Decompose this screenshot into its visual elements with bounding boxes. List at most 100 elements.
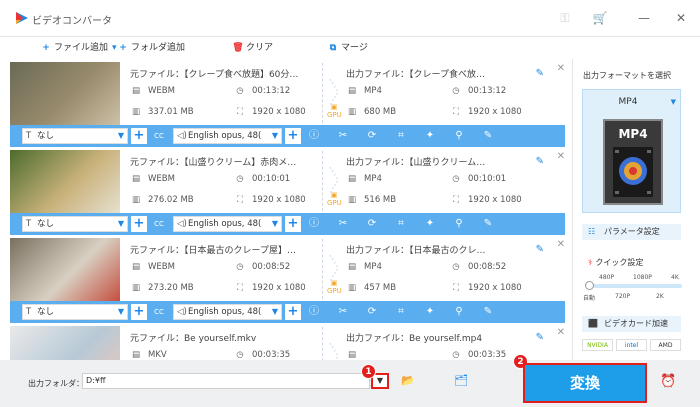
- parameter-settings-button[interactable]: ☷ パラメータ設定: [582, 224, 681, 240]
- cc-icon[interactable]: CC: [151, 216, 167, 232]
- resolution-icon: ⛶: [237, 107, 243, 117]
- file-item[interactable]: 元ファイル：Be yourself.mkv ▤ MKV ◷ 00:03:35 出力ファイル…: [10, 323, 565, 360]
- audio-track-select[interactable]: ◁) English opus, 48(▼: [173, 216, 282, 232]
- info-icon[interactable]: ⓘ: [307, 217, 321, 231]
- add-subtitle-button[interactable]: +: [131, 216, 147, 232]
- clock-icon: ◷: [452, 174, 460, 184]
- remove-item-icon[interactable]: ✕: [557, 151, 565, 162]
- rename-pencil-icon[interactable]: ✎: [536, 332, 544, 343]
- rename-pencil-icon[interactable]: ✎: [536, 156, 544, 167]
- crop-icon[interactable]: ⌗: [394, 129, 408, 143]
- source-file-name: 元ファイル：【山盛りクリーム】赤肉メ…: [130, 158, 297, 168]
- output-size: ▥ 516 MB: [347, 195, 397, 205]
- format-selector[interactable]: MP4 ▼ MP4: [582, 89, 681, 213]
- add-audio-button[interactable]: +: [285, 128, 301, 144]
- file-item[interactable]: 元ファイル：【山盛りクリーム】赤肉メ… ▤ WEBM ◷ 00:10:01 ▥ 276.02…: [10, 147, 565, 235]
- quality-label-720p: 720P: [615, 293, 631, 300]
- chevron-down-icon: ▼: [117, 131, 124, 140]
- crop-icon[interactable]: ⌗: [394, 217, 408, 231]
- alarm-clock-icon[interactable]: ⏰: [660, 374, 676, 389]
- crop-icon[interactable]: ⌗: [394, 305, 408, 319]
- subtitle-select[interactable]: T なし ▼: [22, 216, 128, 232]
- cut-icon[interactable]: ✂: [336, 217, 350, 231]
- chevron-down-icon: ▼: [117, 307, 124, 316]
- rotate-icon[interactable]: ⟳: [365, 217, 379, 231]
- quality-slider[interactable]: [585, 281, 682, 290]
- edit-icon[interactable]: ✎: [481, 217, 495, 231]
- add-subtitle-button[interactable]: +: [131, 128, 147, 144]
- add-audio-button[interactable]: +: [285, 304, 301, 320]
- add-folder-button[interactable]: + フォルダ追加: [117, 40, 185, 56]
- output-file-name: 出力ファイル：【日本最古のクレ…: [346, 246, 486, 256]
- file-item[interactable]: 元ファイル：【クレープ食べ放題】60分… ▤ WEBM ◷ 00:13:12 ▥ 337.0…: [10, 59, 565, 147]
- file-format-icon: ▤: [131, 174, 141, 184]
- video-thumbnail[interactable]: [10, 326, 120, 360]
- clock-icon: ◷: [236, 174, 244, 184]
- folder-browse-icon[interactable]: 🗂: [454, 374, 468, 387]
- cc-icon[interactable]: CC: [151, 304, 167, 320]
- cut-icon[interactable]: ✂: [336, 129, 350, 143]
- source-size: ▥ 273.20 MB: [131, 283, 194, 293]
- source-duration: ◷ 00:10:01: [234, 174, 290, 184]
- source-file-info: 元ファイル：【クレープ食べ放題】60分… ▤ WEBM ◷ 00:13:12 ▥ 337.0…: [130, 59, 320, 125]
- edit-icon[interactable]: ✎: [481, 129, 495, 143]
- open-folder-icon[interactable]: 📂: [401, 374, 415, 387]
- output-folder-input[interactable]: D:¥ff: [82, 373, 370, 389]
- output-resolution: ⛶ 1920 x 1080: [450, 195, 522, 205]
- speaker-icon: ◁): [177, 219, 187, 229]
- video-thumbnail[interactable]: [10, 62, 120, 128]
- rename-pencil-icon[interactable]: ✎: [536, 68, 544, 79]
- quality-label-480p: 480P: [599, 274, 615, 281]
- watermark-icon[interactable]: ⚲: [452, 217, 466, 231]
- minimize-icon[interactable]: —: [635, 9, 653, 27]
- edit-icon[interactable]: ✎: [481, 305, 495, 319]
- gpu-acceleration-toggle[interactable]: ⬛ ビデオカード加速: [582, 316, 681, 332]
- source-duration: ◷ 00:03:35: [234, 350, 290, 360]
- file-item[interactable]: 元ファイル：【日本最古のクレープ屋】… ▤ WEBM ◷ 00:08:52 ▥ 273.20…: [10, 235, 565, 323]
- remove-item-icon[interactable]: ✕: [557, 327, 565, 338]
- rotate-icon[interactable]: ⟳: [365, 129, 379, 143]
- info-icon[interactable]: ⓘ: [307, 129, 321, 143]
- convert-button[interactable]: 変換: [523, 363, 647, 403]
- subtitle-select[interactable]: T なし ▼: [22, 128, 128, 144]
- source-format: ▤ WEBM: [131, 174, 175, 184]
- watermark-icon[interactable]: ⚲: [452, 305, 466, 319]
- rename-pencil-icon[interactable]: ✎: [536, 244, 544, 255]
- rotate-icon[interactable]: ⟳: [365, 305, 379, 319]
- close-icon[interactable]: ✕: [672, 9, 690, 27]
- info-icon[interactable]: ⓘ: [307, 305, 321, 319]
- bottom-bar: 出力フォルダ： D:¥ff ▼ 1 📂 🗂 2 変換 ⏰: [0, 354, 700, 407]
- add-audio-button[interactable]: +: [285, 216, 301, 232]
- add-subtitle-button[interactable]: +: [131, 304, 147, 320]
- key-icon[interactable]: ⚿: [556, 9, 574, 27]
- audio-track-select[interactable]: ◁) English opus, 48(▼: [173, 304, 282, 320]
- remove-item-icon[interactable]: ✕: [557, 239, 565, 250]
- cc-icon[interactable]: CC: [151, 128, 167, 144]
- video-thumbnail[interactable]: [10, 150, 120, 216]
- edit-toolbar: T なし ▼ + CC ◁) English opus, 48(▼ + ⓘ ✂ ⟳ ⌗ ✦ ⚲ ✎: [10, 301, 565, 323]
- clock-icon: ◷: [452, 350, 460, 360]
- remove-item-icon[interactable]: ✕: [557, 63, 565, 74]
- effect-icon[interactable]: ✦: [423, 217, 437, 231]
- amd-logo: AMD: [650, 339, 681, 351]
- audio-track-select[interactable]: ◁) English opus, 48(▼: [173, 128, 282, 144]
- output-format: ▤ MP4: [347, 174, 382, 184]
- add-file-button[interactable]: + ファイル追加 ▾: [40, 40, 117, 56]
- cart-icon[interactable]: 🛒: [591, 9, 609, 27]
- watermark-icon[interactable]: ⚲: [452, 129, 466, 143]
- video-thumbnail[interactable]: [10, 238, 120, 304]
- gpu-chip-icon: ⬛: [588, 319, 598, 328]
- file-format-icon: ▤: [347, 350, 357, 360]
- slider-knob[interactable]: [585, 281, 594, 290]
- clear-button[interactable]: 🗑 クリア: [232, 40, 273, 56]
- dropdown-icon[interactable]: ▾: [112, 43, 117, 53]
- output-file-name: 出力ファイル：【クレープ食べ放…: [346, 70, 485, 80]
- merge-button[interactable]: ⧉ マージ: [327, 40, 368, 56]
- resolution-icon: ⛶: [453, 107, 459, 117]
- cut-icon[interactable]: ✂: [336, 305, 350, 319]
- effect-icon[interactable]: ✦: [423, 129, 437, 143]
- effect-icon[interactable]: ✦: [423, 305, 437, 319]
- file-format-icon: ▤: [131, 262, 141, 272]
- clock-icon: ◷: [236, 86, 244, 96]
- subtitle-select[interactable]: T なし ▼: [22, 304, 128, 320]
